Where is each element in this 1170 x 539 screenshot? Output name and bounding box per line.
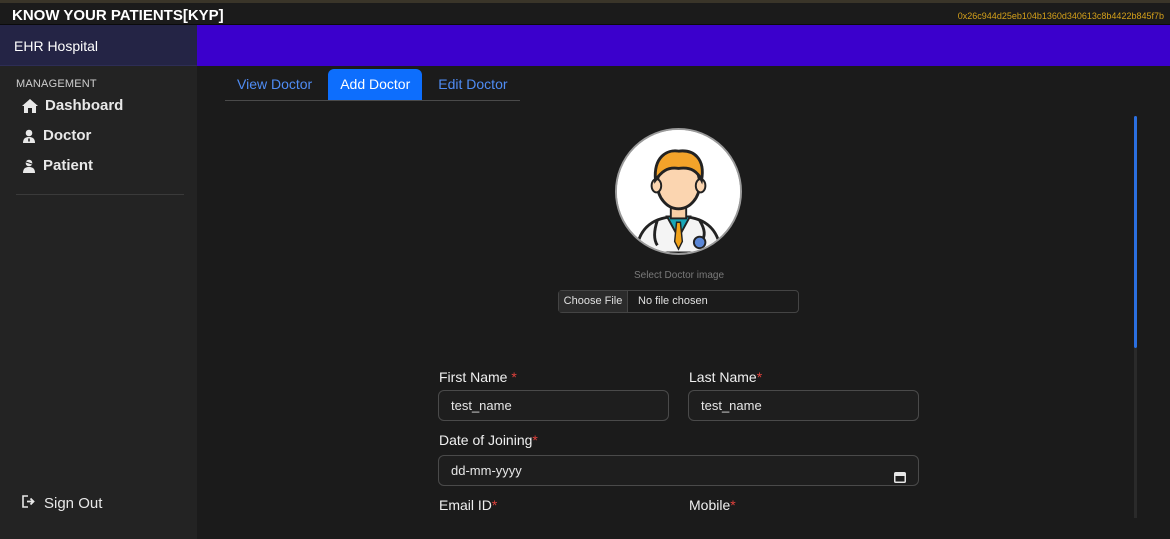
title-bar: KNOW YOUR PATIENTS[KYP] 0x26c944d25eb104… — [0, 0, 1170, 25]
scrollbar-thumb[interactable] — [1134, 116, 1137, 348]
sidebar-item-doctor[interactable]: Doctor — [22, 127, 91, 144]
sidebar-item-dashboard[interactable]: Dashboard — [22, 97, 123, 114]
tab-add-doctor[interactable]: Add Doctor — [328, 69, 423, 100]
date-of-joining-label: Date of Joining* — [439, 432, 538, 448]
sidebar-divider — [16, 194, 184, 195]
header-bar — [197, 25, 1170, 66]
first-name-field[interactable]: test_name — [438, 390, 669, 421]
file-status: No file chosen — [638, 295, 708, 307]
sidebar: MANAGEMENT Dashboard Doctor Patient Sign… — [0, 66, 197, 539]
brand-header: EHR Hospital — [0, 25, 197, 66]
app-title: KNOW YOUR PATIENTS[KYP] — [12, 7, 224, 24]
sidebar-item-label: Dashboard — [45, 97, 124, 114]
date-of-joining-field[interactable]: dd-mm-yyyy — [438, 455, 919, 486]
tab-edit-doctor[interactable]: Edit Doctor — [426, 69, 519, 100]
calendar-icon[interactable] — [894, 464, 906, 493]
doctor-tabs: View Doctor Add Doctor Edit Doctor — [225, 69, 520, 101]
required-mark: * — [491, 497, 498, 513]
required-mark: * — [532, 432, 538, 448]
main-content: View Doctor Add Doctor Edit Doctor Selec… — [197, 66, 1170, 539]
email-label: Email ID* — [439, 497, 498, 513]
sign-out-icon — [22, 495, 36, 512]
image-caption: Select Doctor image — [633, 270, 725, 281]
user-injured-icon — [22, 159, 36, 173]
sidebar-item-label: Doctor — [43, 127, 92, 144]
doctor-avatar — [615, 128, 742, 255]
doctor-avatar-image — [617, 130, 740, 253]
scrollbar-track[interactable] — [1134, 348, 1137, 518]
required-mark: * — [511, 369, 517, 385]
account-address: 0x26c944d25eb104b1360d340613c8b4422b845f… — [957, 11, 1164, 21]
required-mark: * — [730, 497, 736, 513]
last-name-label: Last Name* — [689, 369, 763, 385]
doctor-image-file-input[interactable]: Choose File No file chosen — [558, 290, 799, 313]
mobile-label: Mobile* — [689, 497, 736, 513]
brand-name[interactable]: EHR Hospital — [14, 38, 98, 54]
last-name-field[interactable]: test_name — [688, 390, 919, 421]
user-md-icon — [22, 129, 36, 143]
sidebar-section-label: MANAGEMENT — [16, 78, 97, 90]
sidebar-item-label: Patient — [43, 157, 94, 174]
sign-out-button[interactable]: Sign Out — [22, 495, 102, 512]
required-mark: * — [756, 369, 763, 385]
date-placeholder: dd-mm-yyyy — [451, 463, 522, 478]
sign-out-label: Sign Out — [44, 495, 103, 512]
home-icon — [22, 98, 38, 113]
choose-file-button[interactable]: Choose File — [559, 291, 628, 312]
tab-view-doctor[interactable]: View Doctor — [225, 69, 324, 100]
first-name-label: First Name * — [439, 369, 517, 385]
sidebar-item-patient[interactable]: Patient — [22, 157, 93, 174]
